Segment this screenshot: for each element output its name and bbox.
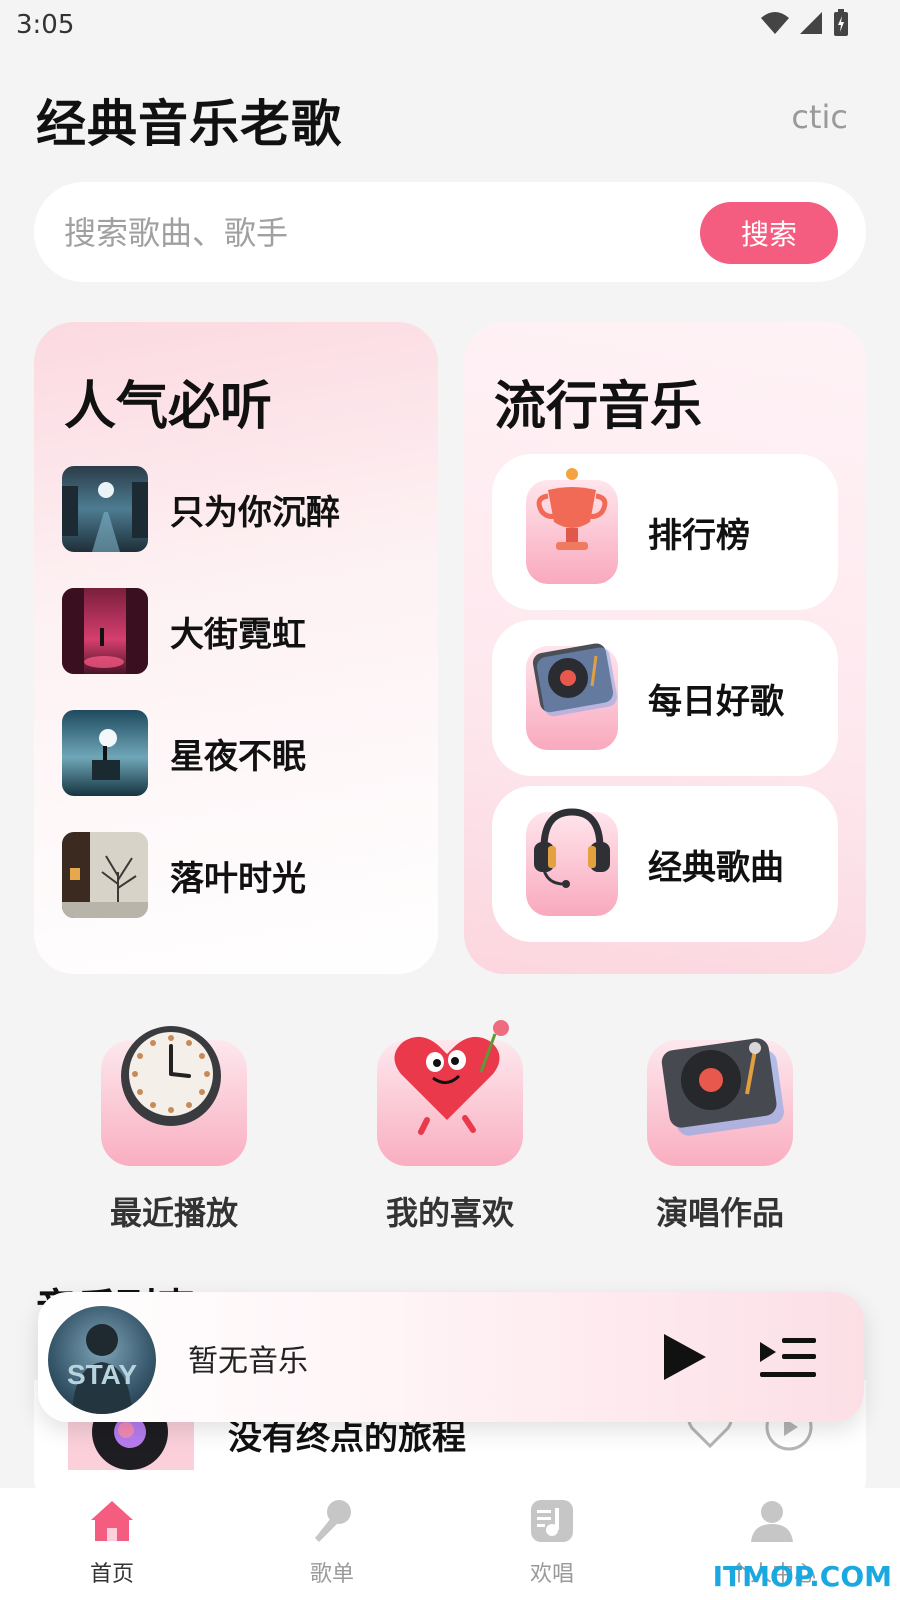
headphones-icon — [526, 808, 618, 916]
song-row[interactable]: 大街霓虹 — [62, 588, 422, 674]
song-title: 落叶时光 — [170, 858, 306, 899]
trophy-icon — [526, 468, 618, 584]
daily-songs-tile[interactable]: 每日好歌 — [492, 620, 838, 776]
song-cover — [62, 832, 148, 918]
my-favorites-label: 我的喜欢 — [385, 1194, 514, 1232]
tab-playlist-label: 歌单 — [309, 1562, 354, 1587]
heart-icon — [377, 1020, 523, 1166]
song-title: 大街霓虹 — [170, 614, 306, 655]
trending-title: 流行音乐 — [494, 377, 703, 437]
user-icon — [751, 1501, 793, 1542]
playlist-icon[interactable] — [758, 1334, 818, 1382]
search-button[interactable]: 搜索 — [700, 202, 838, 264]
status-bar: 3:05 — [0, 0, 900, 48]
clock-icon — [101, 1026, 247, 1166]
player-cover: STAY — [48, 1306, 156, 1414]
song-title: 星夜不眠 — [170, 736, 306, 777]
turntable-icon — [647, 1038, 793, 1166]
my-favorites-action[interactable]: 我的喜欢 — [370, 1020, 530, 1234]
tab-home-label: 首页 — [89, 1562, 134, 1587]
popular-card: 人气必听 只为你沉醉 大街霓虹 星夜不眠 落叶时光 — [34, 322, 438, 974]
mini-player[interactable]: STAY 暂无音乐 — [38, 1292, 864, 1422]
search-input[interactable] — [62, 204, 666, 262]
trending-card: 流行音乐 排行榜 每日好歌 经典歌曲 — [464, 322, 866, 974]
search-bar: 搜索 — [34, 182, 866, 282]
turntable-icon — [526, 643, 618, 750]
tab-home[interactable]: 首页 — [52, 1498, 172, 1588]
signal-icon — [800, 12, 822, 34]
battery-icon — [834, 9, 848, 36]
recent-play-label: 最近播放 — [109, 1194, 238, 1232]
music-note-icon — [531, 1500, 573, 1542]
cover-text: STAY — [67, 1359, 137, 1390]
song-row[interactable]: 落叶时光 — [62, 832, 422, 918]
performance-works-label: 演唱作品 — [655, 1194, 784, 1232]
watermark: ITMOP.COM — [712, 1560, 892, 1593]
tab-playlist[interactable]: 歌单 — [272, 1498, 392, 1588]
song-cover — [62, 710, 148, 796]
player-track-title: 暂无音乐 — [188, 1344, 308, 1379]
song-row[interactable]: 只为你沉醉 — [62, 466, 422, 552]
app-title: 经典音乐老歌 — [36, 95, 342, 153]
song-cover — [62, 588, 148, 674]
tab-sing[interactable]: 欢唱 — [492, 1498, 612, 1588]
song-title: 只为你沉醉 — [170, 492, 340, 533]
classic-songs-tile[interactable]: 经典歌曲 — [492, 786, 838, 942]
wifi-icon — [761, 12, 789, 34]
recent-play-action[interactable]: 最近播放 — [94, 1026, 254, 1234]
performance-works-action[interactable]: 演唱作品 — [640, 1038, 800, 1234]
ranking-tile[interactable]: 排行榜 — [492, 454, 838, 610]
play-icon[interactable] — [660, 1332, 708, 1382]
microphone-icon — [315, 1500, 351, 1542]
ranking-label: 排行榜 — [648, 515, 750, 556]
daily-songs-label: 每日好歌 — [648, 681, 784, 722]
header-right-text[interactable]: ctic — [791, 98, 848, 136]
popular-title: 人气必听 — [64, 377, 273, 437]
song-cover — [62, 466, 148, 552]
tab-sing-label: 欢唱 — [529, 1562, 574, 1587]
home-icon — [91, 1501, 133, 1541]
status-time: 3:05 — [16, 10, 75, 40]
classic-songs-label: 经典歌曲 — [648, 847, 784, 888]
song-row[interactable]: 星夜不眠 — [62, 710, 422, 796]
